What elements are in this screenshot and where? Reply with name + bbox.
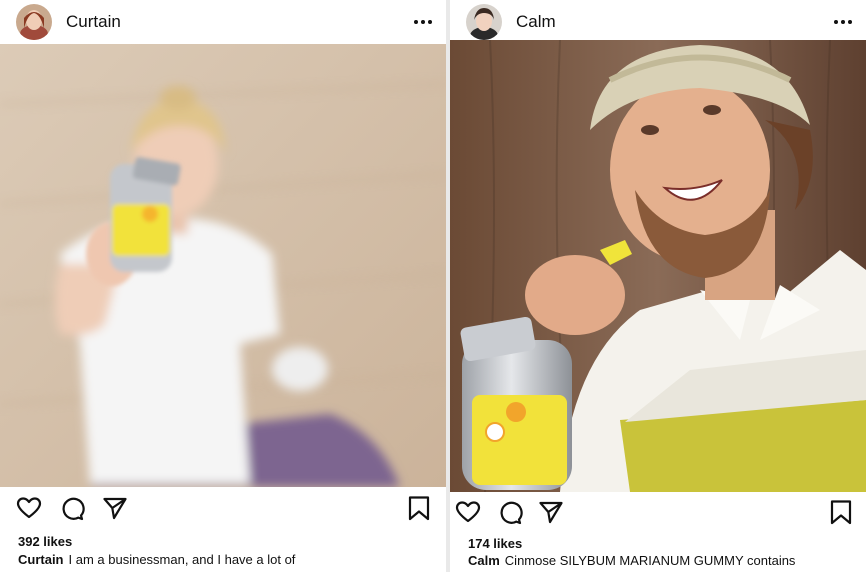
share-icon[interactable]: [538, 499, 564, 525]
username[interactable]: Calm: [516, 12, 556, 32]
caption: Calm Cinmose SILYBUM MARIANUM GUMMY conta…: [468, 553, 858, 568]
post-photo[interactable]: [0, 44, 446, 487]
comment-icon[interactable]: [497, 499, 523, 525]
likes-count[interactable]: 174 likes: [468, 536, 522, 551]
username[interactable]: Curtain: [66, 12, 121, 32]
post-header: Calm: [450, 0, 866, 44]
likes-count[interactable]: 392 likes: [18, 534, 72, 549]
action-bar: [450, 495, 866, 529]
more-icon[interactable]: [414, 13, 432, 31]
avatar[interactable]: [466, 4, 502, 40]
caption: Curtain I am a businessman, and I have a …: [18, 552, 438, 567]
action-bar: [0, 491, 446, 525]
caption-text: I am a businessman, and I have a lot of: [68, 552, 296, 567]
caption-username[interactable]: Curtain: [18, 552, 64, 567]
avatar[interactable]: [16, 4, 52, 40]
heart-icon[interactable]: [16, 495, 42, 521]
comment-icon[interactable]: [59, 495, 85, 521]
post-card-curtain: Curtain 392 likes Curtain I am a busines…: [0, 0, 446, 572]
post-photo[interactable]: [450, 40, 866, 492]
bookmark-icon[interactable]: [828, 499, 854, 525]
bookmark-icon[interactable]: [406, 495, 432, 521]
caption-username[interactable]: Calm: [468, 553, 500, 568]
share-icon[interactable]: [102, 495, 128, 521]
post-header: Curtain: [0, 0, 446, 44]
post-card-calm: Calm 174 likes Calm Cinmose SILYBUM MARI…: [450, 0, 866, 572]
more-icon[interactable]: [834, 13, 852, 31]
heart-icon[interactable]: [455, 499, 481, 525]
caption-text: Cinmose SILYBUM MARIANUM GUMMY contains: [504, 553, 796, 568]
